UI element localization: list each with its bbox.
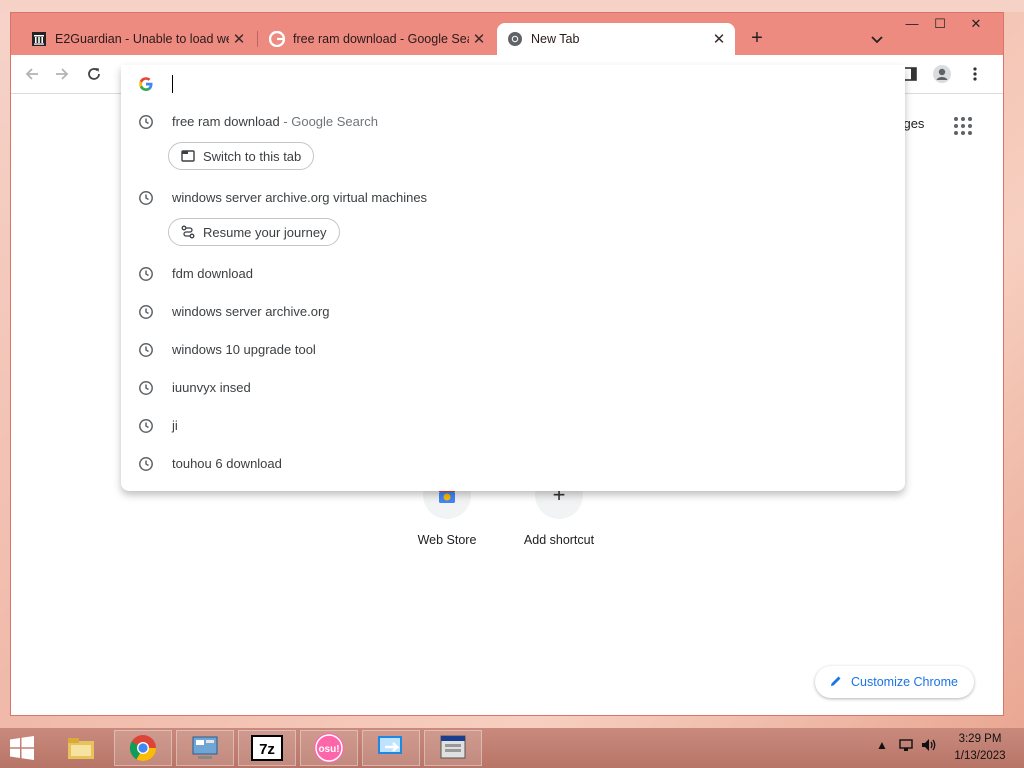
suggestion-text: free ram download - Google Search: [172, 114, 378, 129]
tab-separator: [257, 31, 258, 47]
suggestion-query: free ram download: [172, 114, 280, 129]
google-g-icon: [138, 76, 154, 92]
chip-label: Switch to this tab: [203, 148, 302, 164]
history-clock-icon: [138, 190, 154, 206]
history-clock-icon: [138, 266, 154, 282]
customize-chrome-button[interactable]: Customize Chrome: [815, 666, 974, 698]
chip-label: Resume your journey: [203, 224, 327, 240]
close-icon[interactable]: ✕: [229, 29, 249, 49]
google-apps-grid-icon[interactable]: [953, 116, 973, 136]
maximize-button[interactable]: ☐: [925, 15, 955, 35]
desktop-background-strip: [0, 0, 1024, 12]
suggestion-suffix: - Google Search: [279, 114, 378, 129]
back-arrow-icon[interactable]: [21, 63, 43, 85]
installer-icon[interactable]: [424, 730, 482, 766]
suggestion-row[interactable]: touhou 6 download: [121, 449, 905, 479]
history-clock-icon: [138, 456, 154, 472]
suggestion-query: windows server archive.org virtual machi…: [172, 190, 428, 205]
customize-label: Customize Chrome: [851, 675, 958, 689]
tab-google-search[interactable]: free ram download - Google Sear ✕: [259, 23, 495, 55]
windows-start-icon[interactable]: [8, 736, 38, 760]
history-clock-icon: [138, 380, 154, 396]
shortcut-label: Add shortcut: [523, 533, 595, 547]
tab-title: E2Guardian - Unable to load web: [55, 32, 229, 46]
suggestion-row[interactable]: windows server archive.org virtual machi…: [121, 183, 905, 213]
journey-icon: [181, 225, 195, 239]
tab-switch-icon: [181, 150, 195, 162]
kebab-menu-icon[interactable]: [964, 63, 986, 85]
suggestion-row[interactable]: free ram download - Google Search: [121, 107, 905, 137]
tab-title: free ram download - Google Sear: [293, 32, 469, 46]
network-icon[interactable]: [898, 737, 914, 756]
google-g-icon: [269, 31, 285, 47]
7zip-label: 7z: [259, 741, 275, 758]
suggestion-row[interactable]: ji: [121, 411, 905, 441]
shortcut-label: Web Store: [417, 533, 477, 547]
suggestion-row[interactable]: windows 10 upgrade tool: [121, 335, 905, 365]
suggestion-row[interactable]: fdm download: [121, 259, 905, 289]
history-clock-icon: [138, 418, 154, 434]
history-clock-icon: [138, 304, 154, 320]
chrome-icon: [507, 31, 523, 47]
tab-title: New Tab: [531, 32, 580, 46]
taskbar: 7z osu! ▲ 3:29 PM 1/13/2023: [0, 728, 1024, 768]
omnibox-input[interactable]: [121, 65, 905, 103]
chrome-taskbar-icon[interactable]: [114, 730, 172, 766]
pencil-icon: [829, 674, 843, 691]
taskbar-clock-date[interactable]: 1/13/2023: [950, 750, 1010, 762]
history-clock-icon: [138, 342, 154, 358]
suggestion-row[interactable]: windows server archive.org: [121, 297, 905, 327]
suggestion-query: ji: [172, 418, 178, 433]
close-icon[interactable]: ✕: [709, 29, 729, 49]
forward-arrow-icon[interactable]: [51, 63, 73, 85]
suggestion-query: windows server archive.org: [172, 304, 330, 319]
tab-e2guardian[interactable]: E2Guardian - Unable to load web ✕: [21, 23, 255, 55]
osu-icon[interactable]: osu!: [300, 730, 358, 766]
file-explorer-icon[interactable]: [52, 730, 110, 766]
tab-new-tab[interactable]: New Tab ✕: [497, 23, 735, 55]
show-hidden-icons-chevron-icon[interactable]: ▲: [876, 738, 888, 752]
suggestion-query: fdm download: [172, 266, 253, 281]
taskbar-clock-time[interactable]: 3:29 PM: [950, 733, 1010, 745]
profile-avatar-icon[interactable]: [931, 63, 953, 85]
close-icon[interactable]: ✕: [469, 29, 489, 49]
museum-icon: [31, 31, 47, 47]
switch-to-tab-button[interactable]: Switch to this tab: [168, 142, 315, 170]
history-clock-icon: [138, 114, 154, 130]
text-caret: [172, 75, 173, 93]
new-tab-button[interactable]: +: [745, 27, 769, 51]
tab-strip: E2Guardian - Unable to load web ✕ free r…: [11, 13, 1003, 55]
resume-journey-button[interactable]: Resume your journey: [168, 218, 340, 246]
control-panel-icon[interactable]: [176, 730, 234, 766]
suggestion-query: iuunvyx insed: [172, 380, 251, 395]
osu-label: osu!: [318, 744, 339, 755]
reload-icon[interactable]: [83, 63, 105, 85]
tab-search-chevron-icon[interactable]: [867, 29, 887, 49]
omnibox-dropdown: free ram download - Google Search Switch…: [121, 65, 905, 491]
volume-icon[interactable]: [920, 737, 938, 756]
close-window-button[interactable]: ✕: [961, 15, 991, 35]
7zip-icon[interactable]: 7z: [238, 730, 296, 766]
suggestion-query: touhou 6 download: [172, 456, 282, 471]
chrome-window: E2Guardian - Unable to load web ✕ free r…: [10, 12, 1004, 716]
suggestion-query: windows 10 upgrade tool: [172, 342, 316, 357]
minimize-button[interactable]: —: [897, 15, 927, 35]
remote-desktop-icon[interactable]: [362, 730, 420, 766]
suggestion-row[interactable]: iuunvyx insed: [121, 373, 905, 403]
